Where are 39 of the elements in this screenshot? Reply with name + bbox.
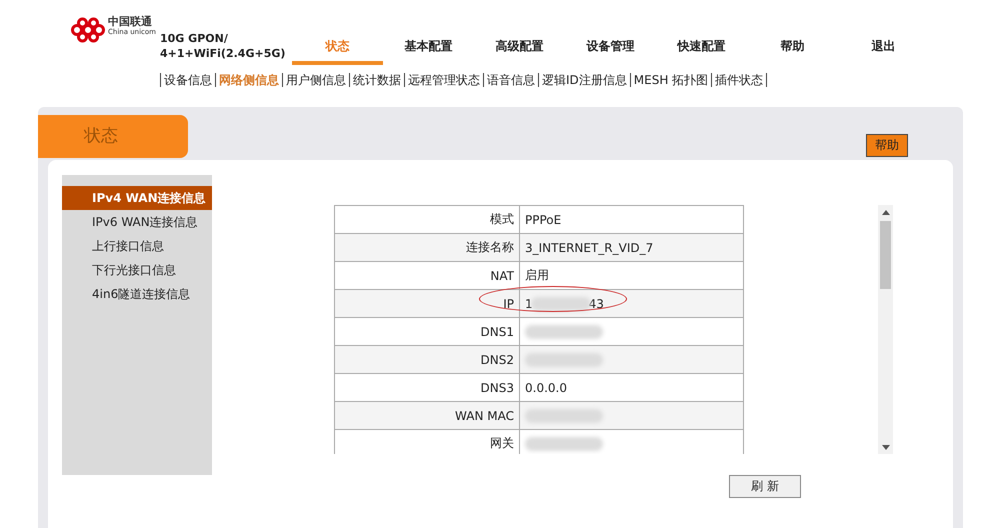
table-cell: WAN MAC [334,402,520,430]
table-cell: IP [334,290,520,318]
submenu-link[interactable]: 语音信息 [483,73,538,87]
table-value: PPPoE [525,212,562,226]
menu-tab[interactable]: 高级配置 [474,38,565,65]
submenu-link[interactable]: 统计数据 [349,73,404,87]
logo-icon [70,17,106,43]
sidebar-item[interactable]: IPv6 WAN连接信息 [62,210,212,234]
submenu-link[interactable]: 设备信息 [160,73,215,87]
menu-tab[interactable]: 设备管理 [565,38,656,65]
scroll-thumb[interactable] [880,221,891,289]
table-cell: 模式 [334,206,520,234]
logo-name: 中国联通 [108,16,153,27]
sidebar-item[interactable]: 4in6隧道连接信息 [62,282,212,306]
table-value: 3_INTERNET_R_VID_7 [525,240,654,254]
product-name: 4+1+WiFi(2.4G+5G) [160,46,286,61]
sidebar-item[interactable]: 上行接口信息 [62,234,212,258]
menu-tab[interactable]: 帮助 [747,38,838,65]
refresh-button[interactable]: 刷 新 [729,475,801,498]
help-button[interactable]: 帮助 [866,134,908,157]
menu-tab[interactable]: 退出 [838,38,929,65]
table-cell: 连接名称 [334,234,520,262]
menu-tab[interactable]: 快速配置 [656,38,747,65]
product-name: 10G GPON/ [160,31,229,46]
table-value: 43 [588,296,604,310]
submenu-link[interactable]: 插件状态 [711,73,766,87]
table-value: 启用 [525,267,549,284]
table-cell: 网关 [334,430,520,454]
scrollbar[interactable] [878,205,893,454]
menu-tab[interactable]: 基本配置 [383,38,474,65]
sidebar-item[interactable]: 下行光接口信息 [62,258,212,282]
submenu-link[interactable]: 逻辑ID注册信息 [538,73,630,87]
table-cell: DNS2 [334,346,520,374]
sidebar-item[interactable]: IPv4 WAN连接信息 [62,186,212,210]
submenu-link[interactable]: 用户侧信息 [282,73,349,87]
table-value: 0.0.0.0 [525,380,567,394]
submenu-link[interactable]: 远程管理状态 [404,73,483,87]
submenu-link[interactable]: MESH 拓扑图 [630,73,712,87]
table-value: 1 [525,296,533,310]
